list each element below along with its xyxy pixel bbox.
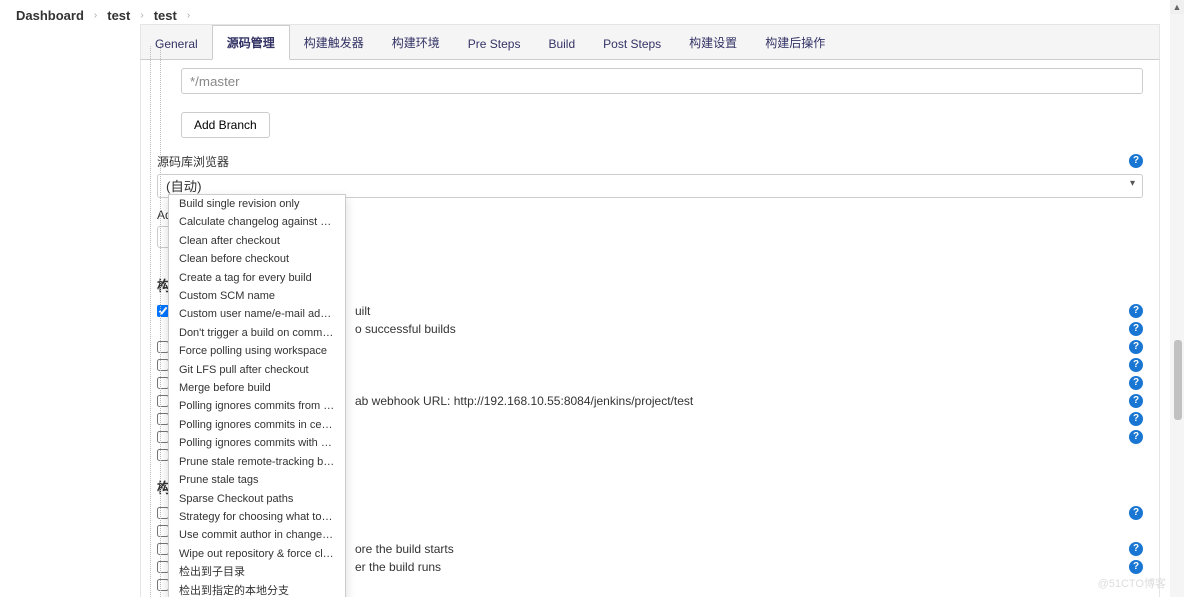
- behaviour-option[interactable]: Prune stale remote-tracking branches: [169, 453, 345, 471]
- tab-post-steps[interactable]: Post Steps: [589, 29, 675, 59]
- behaviour-option[interactable]: 检出到子目录: [169, 563, 345, 581]
- behaviour-option[interactable]: Don't trigger a build on commit notifica…: [169, 324, 345, 342]
- breadcrumb-item[interactable]: test: [107, 8, 130, 23]
- behaviour-option[interactable]: Create a tag for every build: [169, 269, 345, 287]
- behaviour-option[interactable]: 检出到指定的本地分支: [169, 582, 345, 597]
- behaviour-option[interactable]: Git LFS pull after checkout: [169, 361, 345, 379]
- trigger-label-tail: uilt: [355, 304, 370, 318]
- behaviour-option[interactable]: Calculate changelog against a specific b…: [169, 213, 345, 231]
- help-icon[interactable]: ?: [1129, 430, 1143, 444]
- behaviour-option[interactable]: Build single revision only: [169, 195, 345, 213]
- tab-scm[interactable]: 源码管理: [212, 25, 290, 60]
- help-icon[interactable]: ?: [1129, 358, 1143, 372]
- behaviour-option[interactable]: Merge before build: [169, 379, 345, 397]
- tab-postbuild[interactable]: 构建后操作: [751, 26, 839, 59]
- help-icon[interactable]: ?: [1129, 340, 1143, 354]
- help-icon[interactable]: ?: [1129, 412, 1143, 426]
- help-icon[interactable]: ?: [1129, 376, 1143, 390]
- tab-build[interactable]: Build: [534, 29, 589, 59]
- behaviour-option[interactable]: Use commit author in changelog: [169, 526, 345, 544]
- behaviour-option[interactable]: Force polling using workspace: [169, 342, 345, 360]
- tab-pre-steps[interactable]: Pre Steps: [454, 29, 535, 59]
- branch-specifier-input[interactable]: [181, 68, 1143, 94]
- repo-browser-label: 源码库浏览器: [157, 153, 229, 170]
- env-label-tail: ore the build starts: [355, 542, 454, 556]
- behaviour-option[interactable]: Custom SCM name: [169, 287, 345, 305]
- behaviour-option[interactable]: Clean before checkout: [169, 250, 345, 268]
- breadcrumb-item[interactable]: test: [154, 8, 177, 23]
- behaviour-option[interactable]: Custom user name/e-mail address: [169, 305, 345, 323]
- help-icon[interactable]: ?: [1129, 506, 1143, 520]
- breadcrumb-dashboard[interactable]: Dashboard: [16, 8, 84, 23]
- tab-general[interactable]: General: [141, 29, 212, 59]
- help-icon[interactable]: ?: [1129, 322, 1143, 336]
- trigger-label-tail: o successful builds: [355, 322, 456, 336]
- help-icon[interactable]: ?: [1129, 154, 1143, 168]
- tab-triggers[interactable]: 构建触发器: [290, 26, 378, 59]
- trigger-label-gitlab-tail: ab webhook URL: http://192.168.10.55:808…: [355, 394, 693, 408]
- tab-settings[interactable]: 构建设置: [675, 26, 751, 59]
- chevron-right-icon: ›: [140, 10, 143, 21]
- page-scrollbar-track[interactable]: ▲: [1170, 0, 1184, 597]
- page-scrollbar-thumb[interactable]: [1174, 340, 1182, 420]
- scroll-up-icon[interactable]: ▲: [1170, 0, 1184, 14]
- behaviour-option[interactable]: Wipe out repository & force clone: [169, 545, 345, 563]
- help-icon[interactable]: ?: [1129, 560, 1143, 574]
- behaviour-option[interactable]: Clean after checkout: [169, 232, 345, 250]
- watermark: @51CTO博客: [1098, 575, 1166, 591]
- tab-env[interactable]: 构建环境: [378, 26, 454, 59]
- help-icon[interactable]: ?: [1129, 542, 1143, 556]
- behaviour-option[interactable]: Polling ignores commits in certain paths: [169, 416, 345, 434]
- help-icon[interactable]: ?: [1129, 394, 1143, 408]
- config-tabs: General 源码管理 构建触发器 构建环境 Pre Steps Build …: [140, 24, 1160, 60]
- behaviour-option[interactable]: Polling ignores commits from certain use…: [169, 397, 345, 415]
- chevron-right-icon: ›: [94, 10, 97, 21]
- behaviour-option[interactable]: Strategy for choosing what to build: [169, 508, 345, 526]
- behaviour-option[interactable]: Polling ignores commits with certain mes…: [169, 434, 345, 452]
- additional-behaviours-dropdown[interactable]: Build single revision onlyCalculate chan…: [168, 194, 346, 597]
- behaviour-option[interactable]: Sparse Checkout paths: [169, 490, 345, 508]
- help-icon[interactable]: ?: [1129, 304, 1143, 318]
- chevron-right-icon: ›: [187, 10, 190, 21]
- behaviour-option[interactable]: Prune stale tags: [169, 471, 345, 489]
- env-label-tail: er the build runs: [355, 560, 441, 574]
- add-branch-button[interactable]: Add Branch: [181, 112, 270, 138]
